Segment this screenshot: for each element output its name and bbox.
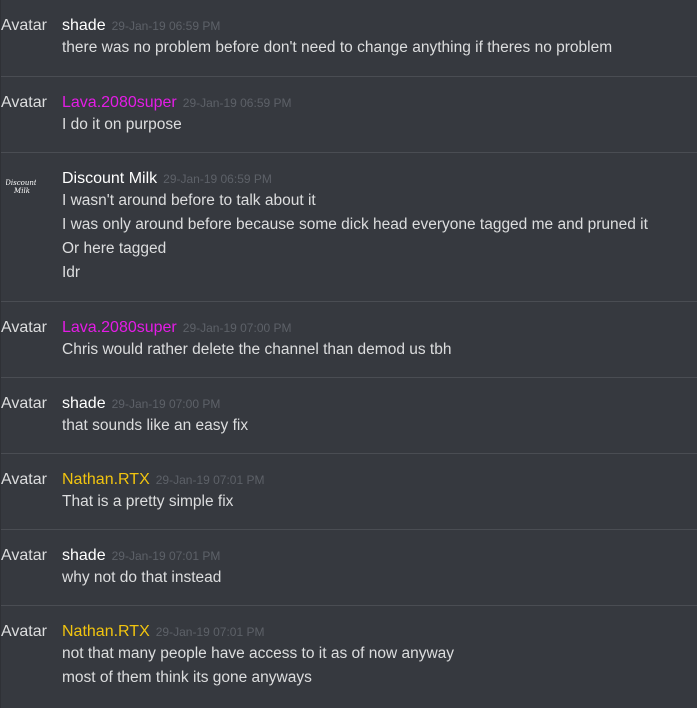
message-line: that sounds like an easy fix bbox=[62, 417, 249, 434]
message-body: shade 29-Jan-19 07:00 PM that sounds like… bbox=[62, 394, 693, 436]
message-header: shade 29-Jan-19 06:59 PM bbox=[62, 16, 693, 36]
avatar[interactable]: Avatar bbox=[1, 318, 47, 338]
message-line: not that many people have access to it a… bbox=[62, 645, 455, 662]
message: Avatar Lava.2080super 29-Jan-19 06:59 PM … bbox=[1, 77, 697, 153]
avatar[interactable]: Avatar bbox=[1, 470, 47, 490]
message: Avatar shade 29-Jan-19 06:59 PM there was… bbox=[1, 0, 697, 77]
message: Avatar Lava.2080super 29-Jan-19 07:00 PM … bbox=[1, 302, 697, 378]
avatar[interactable]: Avatar bbox=[1, 546, 47, 566]
timestamp: 29-Jan-19 07:00 PM bbox=[111, 397, 221, 411]
username[interactable]: Nathan.RTX bbox=[62, 471, 150, 488]
message-body: shade 29-Jan-19 06:59 PM there was no pro… bbox=[62, 16, 693, 58]
message-line: I wasn't around before to talk about it bbox=[62, 192, 316, 209]
avatar[interactable]: Avatar bbox=[1, 16, 47, 36]
username[interactable]: Lava.2080super bbox=[62, 94, 177, 111]
message-line: I do it on purpose bbox=[62, 116, 182, 133]
timestamp: 29-Jan-19 07:00 PM bbox=[182, 321, 292, 335]
message-line: there was no problem before don't need t… bbox=[62, 39, 613, 56]
message-header: Discount Milk 29-Jan-19 06:59 PM bbox=[62, 169, 693, 189]
message-header: Nathan.RTX 29-Jan-19 07:01 PM bbox=[62, 622, 693, 642]
message-header: shade 29-Jan-19 07:01 PM bbox=[62, 546, 693, 566]
message-header: shade 29-Jan-19 07:00 PM bbox=[62, 394, 693, 414]
username[interactable]: Nathan.RTX bbox=[62, 623, 150, 640]
avatar[interactable]: Avatar bbox=[1, 394, 47, 414]
message: Avatar shade 29-Jan-19 07:01 PM why not d… bbox=[1, 530, 697, 606]
avatar[interactable]: Avatar bbox=[1, 622, 47, 642]
timestamp: 29-Jan-19 06:59 PM bbox=[163, 172, 272, 186]
avatar[interactable]: Avatar bbox=[1, 93, 47, 113]
message-header: Lava.2080super 29-Jan-19 07:00 PM bbox=[62, 318, 693, 338]
logo-text: Discount bbox=[6, 179, 36, 187]
message-line: I was only around before because some di… bbox=[62, 216, 648, 233]
message-body: Lava.2080super 29-Jan-19 06:59 PM I do it… bbox=[62, 93, 693, 135]
chat-log: Avatar shade 29-Jan-19 06:59 PM there was… bbox=[0, 0, 697, 708]
message-body: Lava.2080super 29-Jan-19 07:00 PM Chris w… bbox=[62, 318, 693, 360]
message-body: Discount Milk 29-Jan-19 06:59 PM I wasn't… bbox=[62, 169, 693, 283]
timestamp: 29-Jan-19 07:01 PM bbox=[155, 473, 265, 487]
logo-text: Milk bbox=[13, 187, 30, 195]
username[interactable]: Lava.2080super bbox=[62, 319, 177, 336]
message-line: That is a pretty simple fix bbox=[62, 493, 234, 510]
message-header: Lava.2080super 29-Jan-19 06:59 PM bbox=[62, 93, 693, 113]
username[interactable]: Discount Milk bbox=[62, 170, 157, 187]
message-line: why not do that instead bbox=[62, 569, 222, 586]
message-body: Nathan.RTX 29-Jan-19 07:01 PM That is a p… bbox=[62, 470, 693, 512]
username[interactable]: shade bbox=[62, 395, 106, 412]
timestamp: 29-Jan-19 06:59 PM bbox=[111, 19, 221, 33]
message-line: Or here tagged bbox=[62, 240, 167, 257]
message: Avatar Nathan.RTX 29-Jan-19 07:01 PM not … bbox=[1, 606, 697, 708]
message: Avatar shade 29-Jan-19 07:00 PM that soun… bbox=[1, 378, 697, 454]
discount-milk-avatar-logo[interactable]: Discount Milk bbox=[4, 177, 37, 197]
username[interactable]: shade bbox=[62, 17, 106, 34]
message-line: most of them think its gone anyways bbox=[62, 669, 312, 686]
message: Avatar Nathan.RTX 29-Jan-19 07:01 PM That… bbox=[1, 454, 697, 530]
message-body: shade 29-Jan-19 07:01 PM why not do that … bbox=[62, 546, 693, 588]
message: Discount Milk Discount Milk 29-Jan-19 06:… bbox=[1, 153, 697, 302]
message-line: Idr bbox=[62, 264, 81, 281]
username[interactable]: shade bbox=[62, 547, 106, 564]
message-body: Nathan.RTX 29-Jan-19 07:01 PM not that ma… bbox=[62, 622, 693, 688]
timestamp: 29-Jan-19 07:01 PM bbox=[155, 625, 265, 639]
timestamp: 29-Jan-19 07:01 PM bbox=[111, 549, 221, 563]
timestamp: 29-Jan-19 06:59 PM bbox=[182, 96, 292, 110]
message-header: Nathan.RTX 29-Jan-19 07:01 PM bbox=[62, 470, 693, 490]
message-line: Chris would rather delete the channel th… bbox=[62, 341, 452, 358]
